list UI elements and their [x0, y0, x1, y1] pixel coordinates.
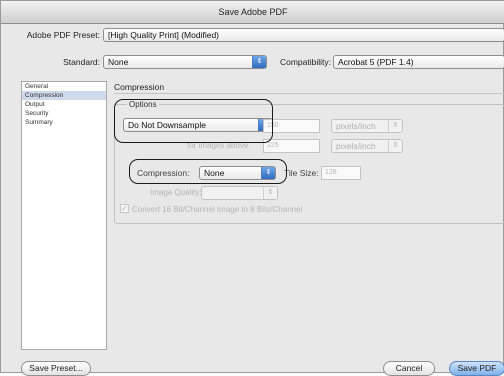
sidebar-item-compression[interactable]: Compression: [22, 91, 106, 100]
above-units-value: pixels/inch: [336, 141, 376, 151]
standard-popup[interactable]: None ⇕: [103, 55, 267, 69]
downsample-popup[interactable]: Do Not Downsample ⇕: [123, 118, 273, 132]
downsample-units-popup[interactable]: pixels/inch ⇕: [331, 119, 403, 133]
preset-value: [High Quality Print] (Modified): [108, 30, 220, 40]
downsample-units-value: pixels/inch: [336, 121, 376, 131]
compatibility-value: Acrobat 5 (PDF 1.4): [338, 57, 414, 67]
standard-label: Standard:: [63, 57, 100, 67]
compression-value: None: [204, 168, 225, 178]
panel-divider: [114, 93, 504, 94]
preset-popup[interactable]: [High Quality Print] (Modified): [103, 28, 504, 42]
panel-title: Compression: [114, 82, 165, 92]
convert-16bit-checkbox[interactable]: ✓: [120, 204, 129, 213]
save-adobe-pdf-dialog: Save Adobe PDF Adobe PDF Preset: [High Q…: [0, 0, 504, 376]
popup-arrows-icon: ⇕: [261, 167, 275, 179]
above-units-popup[interactable]: pixels/inch ⇕: [331, 139, 403, 153]
sidebar-item-security[interactable]: Security: [22, 109, 106, 118]
compression-popup[interactable]: None ⇕: [199, 166, 276, 180]
popup-arrows-icon: ⇕: [388, 120, 402, 132]
cancel-button[interactable]: Cancel: [383, 361, 435, 376]
convert-16bit-label: Convert 16 Bit/Channel Image to 8 Bits/C…: [132, 205, 303, 214]
compression-label: Compression:: [137, 168, 190, 178]
compatibility-label: Compatibility:: [279, 57, 331, 67]
save-preset-button[interactable]: Save Preset...: [21, 361, 91, 376]
window-title: Save Adobe PDF: [1, 1, 504, 24]
sidebar-item-general[interactable]: General: [22, 82, 106, 91]
preset-label: Adobe PDF Preset:: [26, 30, 100, 40]
compatibility-popup[interactable]: Acrobat 5 (PDF 1.4): [333, 55, 504, 69]
above-label: for images above:: [187, 141, 251, 150]
downsample-ppi-field[interactable]: 150: [263, 119, 320, 133]
save-pdf-button[interactable]: Save PDF: [449, 361, 504, 376]
downsample-value: Do Not Downsample: [128, 120, 206, 130]
standard-value: None: [108, 57, 129, 67]
tile-size-field[interactable]: 128: [321, 166, 361, 180]
image-quality-label: Image Quality:: [150, 188, 202, 197]
options-legend: Options: [127, 100, 159, 109]
above-ppi-field[interactable]: 225: [263, 139, 320, 153]
tile-size-label: Tile Size:: [284, 168, 319, 178]
sidebar: General Compression Output Security Summ…: [21, 81, 107, 350]
popup-arrows-icon: ⇕: [263, 187, 277, 199]
sidebar-item-output[interactable]: Output: [22, 100, 106, 109]
popup-arrows-icon: ⇕: [388, 140, 402, 152]
popup-arrows-icon: ⇕: [252, 56, 266, 68]
sidebar-item-summary[interactable]: Summary: [22, 118, 106, 127]
image-quality-popup[interactable]: ⇕: [201, 186, 278, 200]
